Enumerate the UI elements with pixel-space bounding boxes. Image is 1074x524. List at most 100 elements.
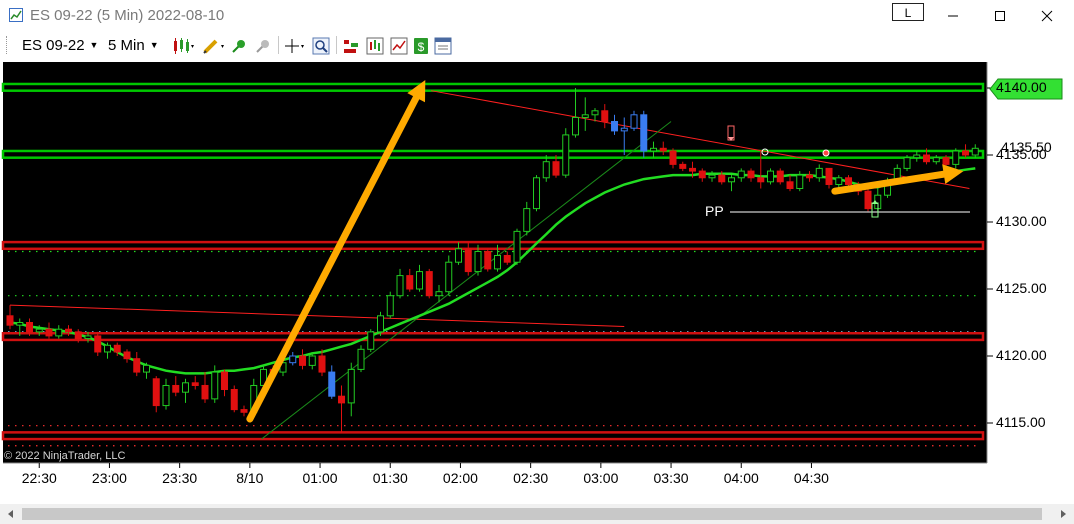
candle-body (464, 248, 472, 273)
candle-body (630, 114, 638, 129)
y-tick-label: 4115.00 (996, 414, 1046, 430)
candle-body (767, 170, 775, 183)
candle-body (84, 335, 92, 340)
candle-body (55, 328, 63, 337)
candle-body (396, 275, 404, 297)
drawing-tool-icon[interactable] (202, 37, 228, 55)
x-tick-label: 04:30 (793, 470, 829, 486)
candle-body (952, 150, 960, 165)
candle-body (182, 382, 190, 393)
indicators-icon[interactable] (366, 37, 384, 55)
x-tick-label: 23:00 (91, 470, 127, 486)
candle-body (581, 114, 589, 118)
candle-body (806, 174, 814, 179)
candle-body (601, 110, 609, 122)
dollar-icon[interactable]: $ (412, 37, 430, 55)
x-tick-label: 03:00 (583, 470, 619, 486)
candle-body (425, 271, 433, 297)
candle-body (318, 355, 326, 373)
candle-body (962, 150, 970, 156)
candle-body (776, 170, 784, 183)
candle-body (377, 315, 385, 333)
candle-body (172, 384, 180, 393)
y-tick-label: 4125.00 (996, 280, 1047, 296)
toolbar-separator (278, 36, 279, 54)
title-bar: ES 09-22 (5 Min) 2022-08-10 L (0, 0, 1074, 32)
y-tick-label: 4135.00 (996, 146, 1047, 162)
candle-body (143, 364, 151, 373)
zoom-icon[interactable] (312, 37, 330, 55)
candle-body (240, 409, 248, 413)
x-tick-label: 01:00 (302, 470, 338, 486)
x-tick-label: 23:30 (162, 470, 198, 486)
maximize-icon (995, 11, 1005, 21)
crosshair-icon[interactable] (284, 37, 308, 55)
unpin-icon[interactable] (254, 37, 272, 55)
horizontal-scrollbar[interactable] (0, 504, 1074, 524)
instrument-selector[interactable]: ES 09-22 ▼ (22, 37, 98, 54)
properties-icon[interactable] (434, 37, 452, 55)
candle-body (864, 190, 872, 210)
candle-body (923, 154, 931, 163)
candle-body (689, 167, 697, 172)
candle-body (191, 382, 199, 386)
chevron-down-icon: ▼ (149, 40, 159, 50)
candle-body (133, 358, 141, 373)
candle-body (445, 261, 453, 293)
candle-body (328, 371, 336, 397)
candle-body (718, 174, 726, 183)
copyright-text: © 2022 NinjaTrader, LLC (4, 450, 126, 462)
candle-body (932, 157, 940, 163)
price-chart[interactable] (0, 59, 1074, 504)
strategies-icon[interactable] (342, 37, 360, 55)
candle-body (221, 371, 229, 390)
candle-body (796, 174, 804, 189)
candle-body (640, 114, 648, 152)
instrument-label: ES 09-22 (22, 37, 85, 54)
candle-body (26, 322, 34, 333)
pin-icon[interactable] (230, 37, 248, 55)
bar-type-icon[interactable] (172, 37, 196, 55)
x-tick-label: 02:00 (442, 470, 478, 486)
candle-body (484, 250, 492, 270)
candle-body (74, 331, 82, 340)
candle-body (533, 177, 541, 210)
x-tick-label: 03:30 (653, 470, 689, 486)
close-icon (1041, 10, 1053, 22)
candle-body (552, 161, 560, 176)
pivot-point-label: PP (705, 203, 724, 219)
candle-body (357, 348, 365, 370)
scrollbar-thumb[interactable] (22, 508, 1042, 520)
x-tick-label: 02:30 (513, 470, 549, 486)
candle-body (6, 315, 14, 326)
candle-body (903, 157, 911, 169)
candle-body (659, 147, 667, 152)
link-button[interactable]: L (892, 3, 924, 21)
x-tick-label: 8/10 (236, 470, 264, 486)
close-button[interactable] (1024, 2, 1070, 30)
candle-body (104, 344, 112, 353)
y-tick-label: 4130.00 (996, 213, 1047, 229)
maximize-button[interactable] (977, 2, 1023, 30)
candle-body (338, 395, 346, 404)
candle-body (347, 368, 355, 404)
candle-body (757, 177, 765, 183)
minimize-icon (948, 15, 958, 17)
candle-body (747, 170, 755, 179)
candle-body (728, 177, 736, 183)
candle-body (503, 255, 511, 263)
candle-body (591, 110, 599, 116)
chart-trader-icon[interactable] (390, 37, 408, 55)
candle-body (650, 147, 658, 152)
candle-body (815, 167, 823, 179)
candle-body (845, 177, 853, 185)
candle-body (211, 371, 219, 400)
minimize-button[interactable] (930, 2, 976, 30)
chart-panel[interactable]: © 2022 NinjaTrader, LLC PP 4135.50 4140.… (0, 59, 1074, 524)
candle-body (669, 150, 677, 165)
candle-body (201, 384, 209, 400)
y-tick-label: 4140.00 (996, 79, 1047, 95)
interval-selector[interactable]: 5 Min ▼ (108, 37, 159, 54)
candle-body (308, 355, 316, 366)
candle-body (562, 134, 570, 176)
